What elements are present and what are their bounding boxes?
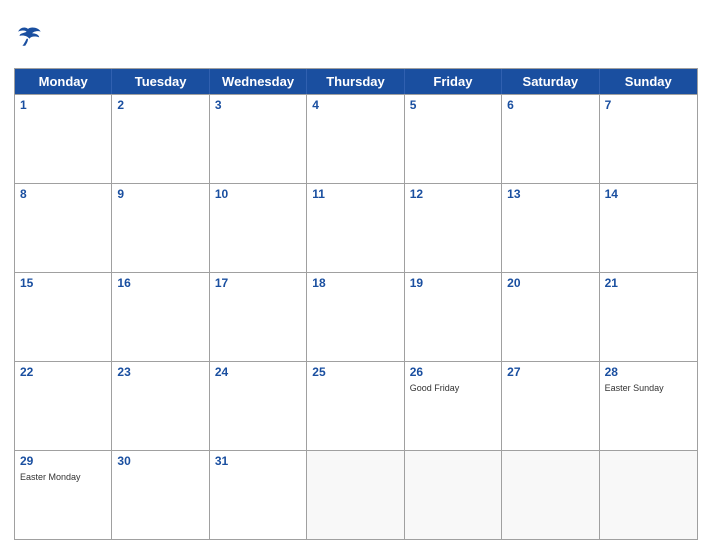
calendar-cell-empty-3	[307, 451, 404, 539]
day-number: 3	[215, 98, 301, 114]
calendar-cell-25: 25	[307, 362, 404, 450]
day-number: 2	[117, 98, 203, 114]
day-number: 26	[410, 365, 496, 381]
calendar-cell-empty-6	[600, 451, 697, 539]
calendar-cell-15: 15	[15, 273, 112, 361]
day-number: 6	[507, 98, 593, 114]
day-number: 9	[117, 187, 203, 203]
day-number: 27	[507, 365, 593, 381]
day-number: 19	[410, 276, 496, 292]
day-number: 15	[20, 276, 106, 292]
day-number: 4	[312, 98, 398, 114]
day-number: 10	[215, 187, 301, 203]
day-number: 21	[605, 276, 692, 292]
calendar-cell-6: 6	[502, 95, 599, 183]
calendar-cell-13: 13	[502, 184, 599, 272]
day-header-sunday: Sunday	[600, 69, 697, 94]
calendar-cell-11: 11	[307, 184, 404, 272]
day-number: 28	[605, 365, 692, 381]
calendar-week-5: 29 Easter Monday 30 31	[15, 450, 697, 539]
calendar-cell-empty-4	[405, 451, 502, 539]
logo-bird-icon	[14, 26, 42, 46]
day-number: 22	[20, 365, 106, 381]
calendar-cell-22: 22	[15, 362, 112, 450]
day-number: 12	[410, 187, 496, 203]
day-header-friday: Friday	[405, 69, 502, 94]
day-event: Good Friday	[410, 383, 496, 395]
calendar-cell-12: 12	[405, 184, 502, 272]
calendar-cell-7: 7	[600, 95, 697, 183]
calendar-cell-16: 16	[112, 273, 209, 361]
day-number: 11	[312, 187, 398, 203]
day-event: Easter Sunday	[605, 383, 692, 395]
calendar-cell-17: 17	[210, 273, 307, 361]
calendar-cell-28: 28 Easter Sunday	[600, 362, 697, 450]
day-number: 5	[410, 98, 496, 114]
day-header-saturday: Saturday	[502, 69, 599, 94]
day-number: 18	[312, 276, 398, 292]
calendar-cell-4: 4	[307, 95, 404, 183]
calendar-body: 1234567891011121314151617181920212223242…	[15, 94, 697, 539]
day-number: 31	[215, 454, 301, 470]
calendar-cell-18: 18	[307, 273, 404, 361]
day-number: 25	[312, 365, 398, 381]
calendar-cell-20: 20	[502, 273, 599, 361]
calendar-cell-5: 5	[405, 95, 502, 183]
calendar-cell-8: 8	[15, 184, 112, 272]
day-header-wednesday: Wednesday	[210, 69, 307, 94]
day-number: 29	[20, 454, 106, 470]
day-number: 20	[507, 276, 593, 292]
calendar-header-row: MondayTuesdayWednesdayThursdayFridaySatu…	[15, 69, 697, 94]
day-number: 8	[20, 187, 106, 203]
calendar-cell-31: 31	[210, 451, 307, 539]
calendar-week-2: 89 10 11 12 13 14	[15, 183, 697, 272]
calendar-week-4: 22 23 24 25 26 Good Friday 27 28 Easter Sunday	[15, 361, 697, 450]
day-number: 7	[605, 98, 692, 114]
day-number: 1	[20, 98, 106, 114]
calendar-week-3: 15 16 17 18 19 20 21	[15, 272, 697, 361]
day-number: 24	[215, 365, 301, 381]
day-header-tuesday: Tuesday	[112, 69, 209, 94]
calendar-grid: MondayTuesdayWednesdayThursdayFridaySatu…	[14, 68, 698, 540]
day-number: 13	[507, 187, 593, 203]
calendar-cell-3: 3	[210, 95, 307, 183]
calendar-cell-14: 14	[600, 184, 697, 272]
day-number: 30	[117, 454, 203, 470]
day-number: 16	[117, 276, 203, 292]
day-number: 14	[605, 187, 692, 203]
day-header-thursday: Thursday	[307, 69, 404, 94]
logo	[14, 26, 42, 46]
calendar-cell-30: 30	[112, 451, 209, 539]
calendar-week-1: 1234567	[15, 94, 697, 183]
day-header-monday: Monday	[15, 69, 112, 94]
calendar-cell-1: 1	[15, 95, 112, 183]
calendar-cell-21: 21	[600, 273, 697, 361]
calendar-cell-10: 10	[210, 184, 307, 272]
calendar-cell-19: 19	[405, 273, 502, 361]
day-event: Easter Monday	[20, 472, 106, 484]
calendar-cell-2: 2	[112, 95, 209, 183]
calendar-cell-24: 24	[210, 362, 307, 450]
day-number: 23	[117, 365, 203, 381]
page-header	[14, 10, 698, 62]
calendar-cell-29: 29 Easter Monday	[15, 451, 112, 539]
calendar-cell-empty-5	[502, 451, 599, 539]
calendar-cell-27: 27	[502, 362, 599, 450]
calendar-cell-26: 26 Good Friday	[405, 362, 502, 450]
calendar-cell-9: 9	[112, 184, 209, 272]
calendar-cell-23: 23	[112, 362, 209, 450]
day-number: 17	[215, 276, 301, 292]
calendar-page: MondayTuesdayWednesdayThursdayFridaySatu…	[0, 0, 712, 550]
